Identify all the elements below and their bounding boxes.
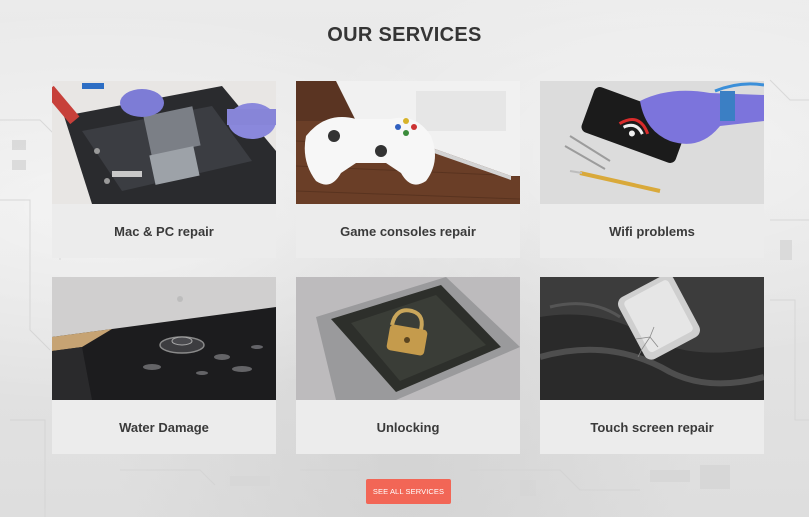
section-title: OUR SERVICES: [327, 24, 482, 46]
service-label: Touch screen repair: [590, 419, 714, 435]
services-grid: Mac & PC repair Game consoles repair Wif…: [52, 81, 764, 454]
service-label: Unlocking: [376, 419, 440, 435]
cracked-screen-image: [540, 277, 764, 400]
service-card-game-consoles-repair[interactable]: Game consoles repair: [296, 81, 520, 258]
service-card-water-damage[interactable]: Water Damage: [52, 277, 276, 454]
see-all-services-button[interactable]: SEE ALL SERVICES: [366, 479, 451, 504]
game-console-image: [296, 81, 520, 204]
service-label: Water Damage: [119, 419, 209, 435]
laptop-repair-image: [52, 81, 276, 204]
service-card-mac-pc-repair[interactable]: Mac & PC repair: [52, 81, 276, 258]
service-label: Mac & PC repair: [114, 223, 214, 239]
water-damage-image: [52, 277, 276, 400]
phone-wifi-image: [540, 81, 764, 204]
phone-padlock-image: [296, 277, 520, 400]
service-card-touch-screen-repair[interactable]: Touch screen repair: [540, 277, 764, 454]
service-label: Game consoles repair: [340, 223, 476, 239]
service-label: Wifi problems: [609, 223, 695, 239]
service-card-unlocking[interactable]: Unlocking: [296, 277, 520, 454]
service-card-wifi-problems[interactable]: Wifi problems: [540, 81, 764, 258]
